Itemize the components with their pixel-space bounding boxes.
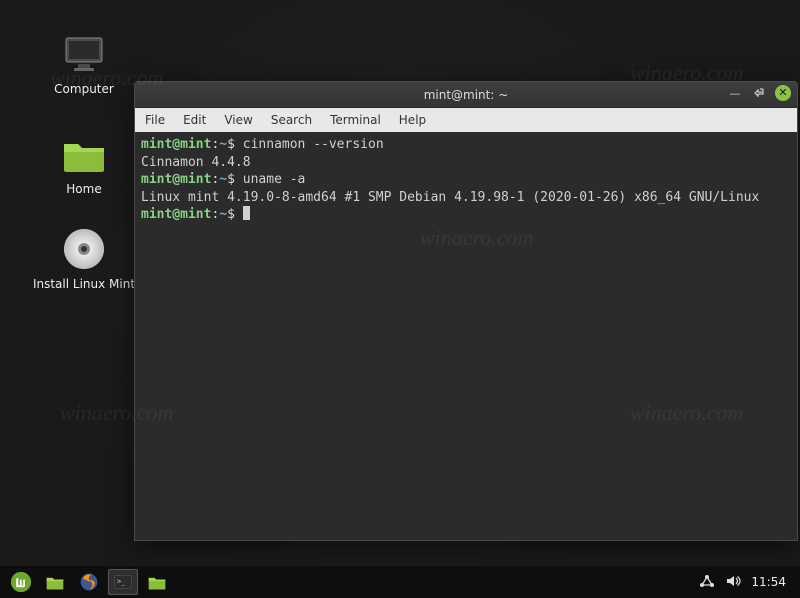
desktop-icon-install[interactable]: Install Linux Mint (30, 225, 138, 291)
window-title: mint@mint: ~ (424, 88, 509, 102)
desktop-icon-computer[interactable]: Computer (30, 30, 138, 96)
system-tray: 11:54 (699, 573, 794, 592)
folder-icon (45, 572, 65, 592)
menu-search[interactable]: Search (271, 113, 312, 127)
close-button[interactable]: ✕ (775, 85, 791, 101)
taskbar-terminal[interactable]: >_ (108, 569, 138, 595)
menu-button[interactable] (6, 569, 36, 595)
menu-view[interactable]: View (224, 113, 252, 127)
maximize-button[interactable] (751, 85, 767, 101)
folder-icon (147, 572, 167, 592)
minimize-button[interactable]: — (727, 85, 743, 101)
terminal-window[interactable]: mint@mint: ~ — ✕ File Edit View Search T… (134, 81, 798, 541)
window-menubar: File Edit View Search Terminal Help (135, 108, 797, 132)
terminal-icon: >_ (113, 572, 133, 592)
window-titlebar[interactable]: mint@mint: ~ — ✕ (135, 82, 797, 108)
desktop[interactable]: Computer Home Install Linux Mint mint@mi… (0, 0, 800, 566)
desktop-icon-label: Computer (54, 82, 114, 96)
panel: >_ 11:54 (0, 566, 800, 598)
mint-menu-icon (10, 571, 32, 593)
menu-terminal[interactable]: Terminal (330, 113, 381, 127)
menu-file[interactable]: File (145, 113, 165, 127)
desktop-icon-home[interactable]: Home (30, 130, 138, 196)
network-icon[interactable] (699, 573, 715, 592)
svg-text:>_: >_ (117, 578, 125, 586)
disc-icon (60, 225, 108, 273)
taskbar-files[interactable] (142, 569, 172, 595)
computer-icon (60, 30, 108, 78)
volume-icon[interactable] (725, 573, 741, 592)
folder-home-icon (60, 130, 108, 178)
terminal-body[interactable]: mint@mint:~$ cinnamon --version Cinnamon… (135, 132, 797, 540)
panel-clock[interactable]: 11:54 (751, 575, 786, 589)
menu-help[interactable]: Help (399, 113, 426, 127)
menu-edit[interactable]: Edit (183, 113, 206, 127)
desktop-icon-label: Home (66, 182, 101, 196)
firefox-icon (79, 572, 99, 592)
desktop-icon-label: Install Linux Mint (33, 277, 135, 291)
launcher-files[interactable] (40, 569, 70, 595)
launcher-firefox[interactable] (74, 569, 104, 595)
